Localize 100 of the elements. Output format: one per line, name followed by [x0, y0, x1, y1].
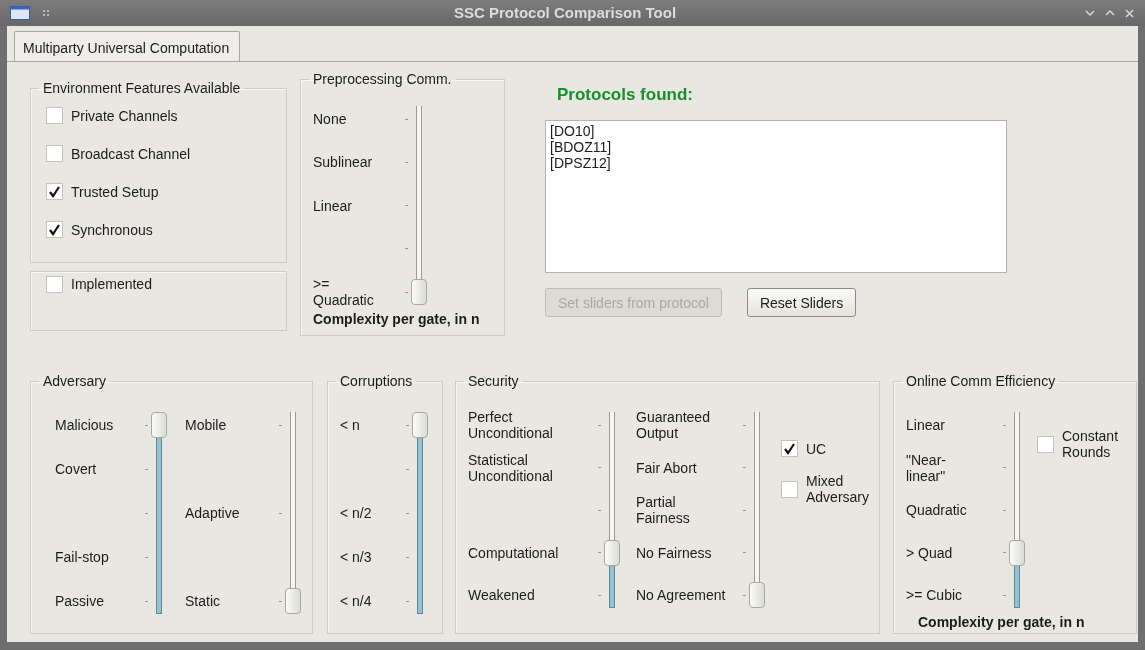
slider-label: Mobile — [185, 417, 227, 434]
slider-label: Fail-stop — [55, 549, 109, 566]
tick-mark — [598, 594, 601, 596]
protocol-list[interactable]: [DO10] [BDOZ11] [DPSZ12] — [545, 119, 1007, 273]
tick-mark — [1003, 552, 1006, 554]
group-title: Corruptions — [339, 372, 414, 391]
checkbox-label[interactable]: Broadcast Channel — [71, 145, 191, 162]
checkbox-label[interactable]: Mixed Adversary — [806, 473, 870, 506]
checkbox-label[interactable]: Synchronous — [71, 221, 153, 238]
checkbox[interactable] — [781, 440, 798, 458]
slider-thumb[interactable] — [1009, 539, 1025, 566]
tick-mark — [279, 600, 282, 602]
slider-label: Quadratic — [906, 502, 967, 519]
tick-mark — [406, 512, 409, 514]
group-title: Preprocessing Comm. — [312, 70, 453, 89]
slider-label: Passive — [55, 593, 105, 610]
slider-label: >= Quadratic — [313, 276, 374, 309]
checkbox-label[interactable]: Constant Rounds — [1062, 428, 1119, 461]
tick-mark — [279, 512, 282, 514]
checkbox-label[interactable]: Trusted Setup — [71, 183, 159, 200]
list-item[interactable]: [DPSZ12] — [550, 154, 1002, 171]
tick-mark — [406, 600, 409, 602]
tick-mark — [598, 509, 601, 511]
group-title: Adversary — [42, 372, 108, 391]
checkbox[interactable] — [46, 183, 63, 201]
window-title: SSC Protocol Comparison Tool — [452, 2, 678, 23]
slider-label: < n/3 — [340, 549, 372, 566]
caption: Complexity per gate, in n — [313, 310, 481, 330]
slider-thumb[interactable] — [604, 539, 620, 566]
tick-mark — [279, 424, 282, 426]
checkbox-label[interactable]: Private Channels — [71, 107, 178, 124]
slider-label: Sublinear — [313, 154, 373, 171]
slider-label: > Quad — [906, 544, 953, 561]
checkbox-label[interactable]: UC — [806, 440, 827, 457]
tick-mark — [743, 424, 746, 426]
tick-mark — [406, 468, 409, 470]
slider-label: Linear — [313, 197, 352, 214]
tick-mark — [405, 291, 408, 293]
checkbox-label[interactable]: Implemented — [71, 276, 152, 293]
tick-mark — [1003, 509, 1006, 511]
tick-mark — [743, 552, 746, 554]
group-title: Security — [467, 372, 520, 391]
slider-thumb[interactable] — [412, 412, 428, 439]
checkbox[interactable] — [781, 480, 798, 498]
slider-label: < n/4 — [340, 593, 372, 610]
tick-mark — [743, 467, 746, 469]
tick-mark — [145, 468, 148, 470]
tick-mark — [406, 424, 409, 426]
slider-label: Static — [185, 593, 220, 610]
tick-mark — [145, 600, 148, 602]
checkbox[interactable] — [1037, 435, 1054, 453]
slider-thumb[interactable] — [411, 279, 427, 306]
tick-mark — [1003, 594, 1006, 596]
tick-mark — [598, 552, 601, 554]
slider-label: < n — [340, 417, 360, 434]
slider-thumb[interactable] — [151, 412, 167, 439]
checkbox[interactable] — [46, 276, 63, 293]
tab[interactable]: Multiparty Universal Computation — [14, 31, 241, 61]
slider-label: >= Cubic — [906, 587, 963, 604]
slider-label: Weakened — [468, 587, 535, 604]
list-item[interactable]: [BDOZ11] — [550, 138, 1002, 155]
slider-label: Linear — [906, 417, 945, 434]
slider-label: No Fairness — [636, 544, 712, 561]
tick-mark — [1003, 467, 1006, 469]
slider-label: Covert — [55, 461, 97, 478]
checkbox[interactable] — [46, 107, 63, 125]
slider-thumb[interactable] — [285, 588, 301, 615]
tick-mark — [405, 161, 408, 163]
tick-mark — [145, 556, 148, 558]
checkbox[interactable] — [46, 221, 63, 239]
window-icon — [10, 6, 30, 20]
slider-thumb[interactable] — [749, 582, 765, 609]
slider-label: Perfect Unconditional — [468, 409, 553, 442]
slider-label: Adaptive — [185, 505, 240, 522]
checkbox[interactable] — [46, 145, 63, 163]
slider-label: < n/2 — [340, 505, 372, 522]
slider-label: Guaranteed Output — [636, 409, 710, 442]
tick-mark — [1003, 424, 1006, 426]
slider-label: Statistical Unconditional — [468, 451, 553, 484]
slider-label: No Agreement — [636, 587, 726, 604]
tick-mark — [405, 118, 408, 120]
slider-label: Partial Fairness — [636, 494, 690, 527]
group-title: Environment Features Available — [42, 79, 242, 98]
grip-icon[interactable] — [42, 9, 50, 17]
tick-mark — [743, 509, 746, 511]
caption: Complexity per gate, in n — [917, 613, 1086, 633]
tick-mark — [145, 424, 148, 426]
tick-mark — [405, 205, 408, 207]
slider-label: "Near- linear" — [906, 451, 946, 484]
tick-mark — [743, 594, 746, 596]
tick-mark — [598, 424, 601, 426]
tick-mark — [406, 556, 409, 558]
list-item[interactable]: [DO10] — [550, 122, 1002, 139]
tick-mark — [145, 512, 148, 514]
button[interactable]: Reset Sliders — [746, 287, 857, 317]
tick-mark — [405, 248, 408, 250]
slider-label: None — [313, 111, 347, 128]
slider-label: Malicious — [55, 417, 114, 434]
slider-label: Fair Abort — [636, 459, 697, 476]
results-heading: Protocols found: — [556, 84, 694, 106]
